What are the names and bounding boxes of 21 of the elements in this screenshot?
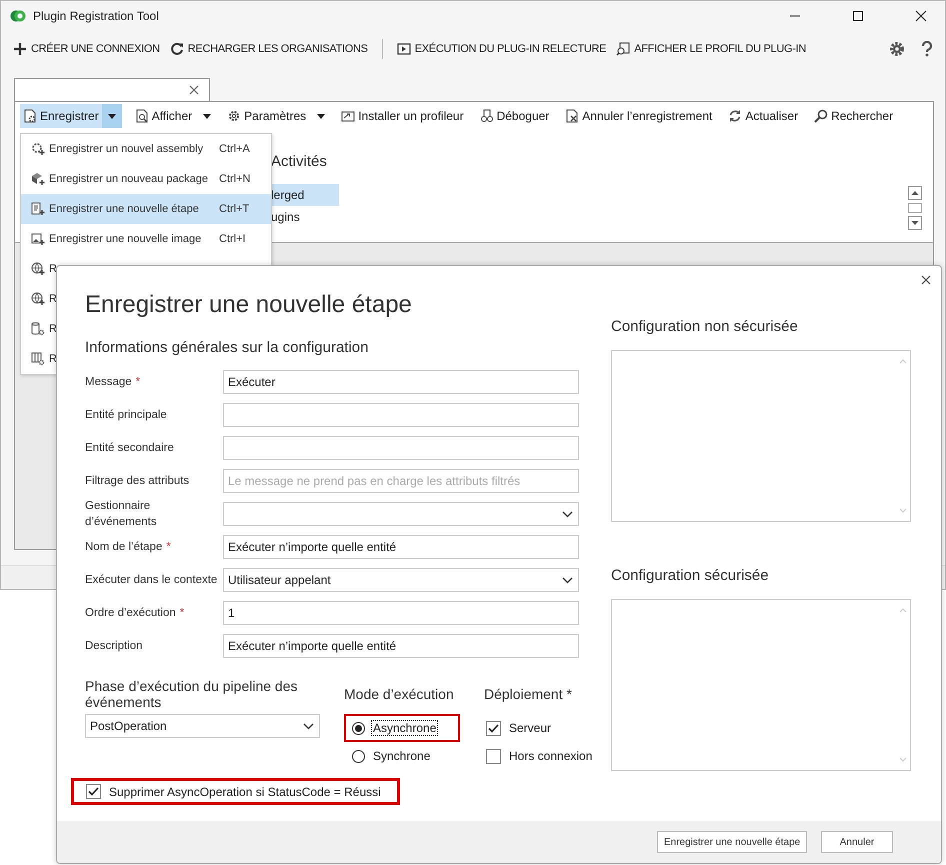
field-label: Message — [85, 376, 132, 388]
section-heading: Déploiement * — [484, 685, 573, 704]
field-label: Ordre d’exécution — [85, 607, 176, 619]
section-heading: Configuration non sécurisée — [611, 318, 799, 337]
section-heading: Configuration sécurisée — [611, 567, 770, 586]
field-label: Filtrage des attributs — [85, 475, 190, 487]
required-mark: * — [136, 376, 140, 388]
field-label: Nom de l’étape — [85, 541, 162, 553]
required-mark: * — [166, 541, 171, 553]
field-label: Exécuter dans le contexte — [85, 574, 218, 586]
field-label: Entité secondaire — [85, 442, 174, 454]
section-heading: Mode d’exécution — [344, 685, 455, 704]
field-label: Entité principale — [85, 409, 167, 421]
dialog-title: Enregistrer une nouvelle étape — [85, 291, 413, 319]
window-title: Plugin Registration Tool — [33, 9, 159, 24]
section-heading: Phase d’exécution du pipeline des événements — [85, 678, 298, 710]
field-label: Description — [85, 640, 143, 652]
required-mark: * — [180, 607, 184, 619]
section-heading: Activités — [271, 153, 328, 170]
field-label: Gestionnaire d’événements — [85, 500, 157, 528]
section-heading: Informations générales sur la configuration — [85, 339, 370, 356]
